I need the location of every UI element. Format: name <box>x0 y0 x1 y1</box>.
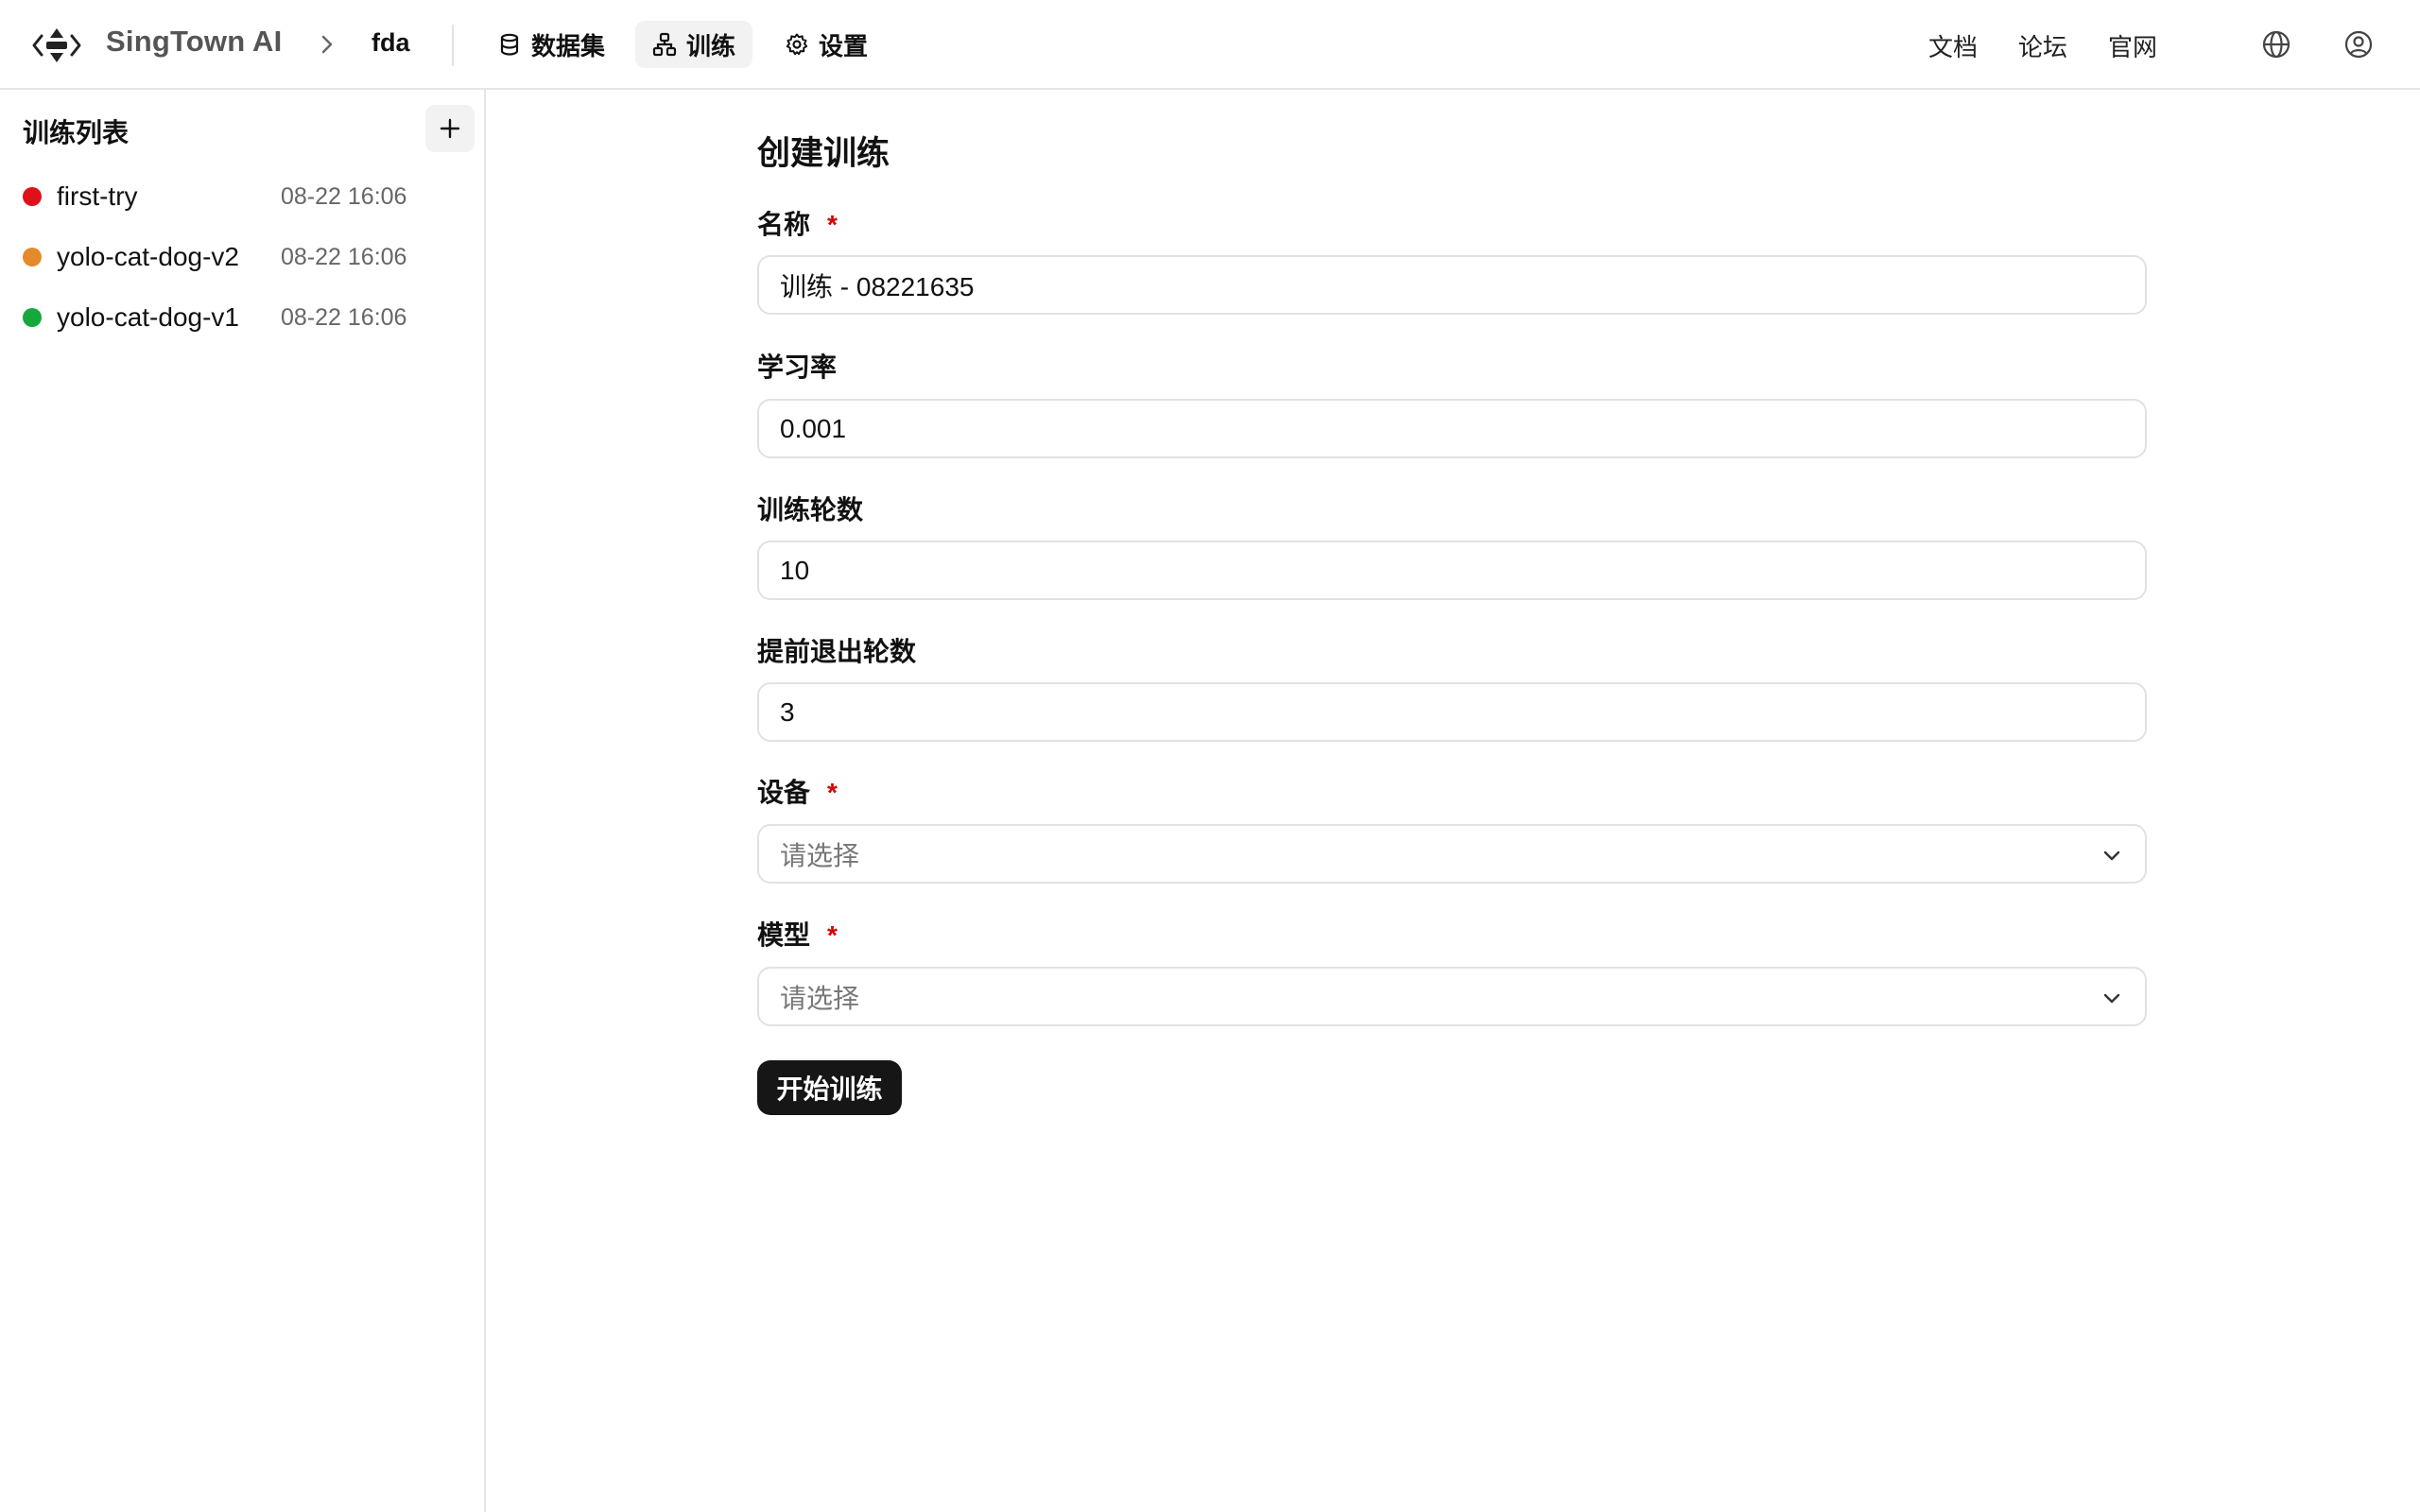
training-sidebar: 训练列表 first-try 08-22 16:06 yolo-cat-dog-… <box>0 90 486 1512</box>
run-name: yolo-cat-dog-v2 <box>57 242 239 271</box>
run-time: 08-22 16:06 <box>281 243 407 270</box>
epochs-label: 训练轮数 <box>757 495 864 524</box>
database-icon <box>500 33 519 56</box>
run-name: first-try <box>57 181 138 211</box>
learning-rate-input[interactable] <box>757 399 2147 458</box>
nav-datasets-label: 数据集 <box>531 31 606 60</box>
status-dot <box>23 187 42 206</box>
device-select-placeholder: 请选择 <box>780 840 860 870</box>
docs-link[interactable]: 文档 <box>1928 28 1978 63</box>
model-label: 模型 * <box>757 915 838 953</box>
epochs-input[interactable] <box>757 541 2147 600</box>
required-mark: * <box>827 920 838 950</box>
training-run-item[interactable]: yolo-cat-dog-v1 08-22 16:06 <box>0 291 473 344</box>
sidebar-title: 训练列表 <box>23 118 130 147</box>
run-name: yolo-cat-dog-v1 <box>57 302 239 332</box>
network-icon <box>652 32 677 57</box>
name-label: 名称 * <box>757 204 838 242</box>
model-label-text: 模型 <box>757 920 811 950</box>
nav-divider <box>452 25 454 66</box>
name-input[interactable] <box>757 255 2147 315</box>
device-select[interactable]: 请选择 <box>757 824 2147 884</box>
run-time: 08-22 16:06 <box>281 303 407 331</box>
chevron-down-icon <box>2103 993 2120 1004</box>
nav-training-label: 训练 <box>686 31 736 60</box>
gear-icon <box>786 33 808 56</box>
run-time: 08-22 16:06 <box>281 182 407 210</box>
nav-settings[interactable]: 设置 <box>768 21 885 68</box>
website-link[interactable]: 官网 <box>2108 28 2157 63</box>
singtown-logo-icon[interactable] <box>32 26 81 64</box>
required-mark: * <box>827 210 838 239</box>
device-label: 设备 * <box>757 772 838 810</box>
globe-icon[interactable] <box>2260 28 2292 60</box>
plus-icon <box>440 118 460 139</box>
brand-name[interactable]: SingTown AI <box>106 25 282 59</box>
nav-settings-label: 设置 <box>819 31 869 60</box>
nav-training[interactable]: 训练 <box>635 21 753 68</box>
name-label-text: 名称 <box>757 210 811 239</box>
nav-datasets[interactable]: 数据集 <box>480 21 622 68</box>
status-dot <box>23 308 42 327</box>
early-stop-label: 提前退出轮数 <box>757 637 917 666</box>
model-select-placeholder: 请选择 <box>780 983 860 1013</box>
top-bar: SingTown AI fda 数据集 训练 设置 文档 论坛 官网 <box>0 0 2420 90</box>
early-stop-input[interactable] <box>757 682 2147 742</box>
user-avatar-icon[interactable] <box>2342 28 2375 60</box>
breadcrumb-project[interactable]: fda <box>372 28 410 58</box>
model-select[interactable]: 请选择 <box>757 967 2147 1026</box>
training-run-item[interactable]: yolo-cat-dog-v2 08-22 16:06 <box>0 231 473 284</box>
chevron-right-icon <box>321 35 333 54</box>
training-run-item[interactable]: first-try 08-22 16:06 <box>0 170 473 223</box>
start-training-button[interactable]: 开始训练 <box>757 1060 902 1115</box>
forum-link[interactable]: 论坛 <box>2018 28 2067 63</box>
chevron-down-icon <box>2103 850 2120 861</box>
device-label-text: 设备 <box>757 778 811 807</box>
page-title: 创建训练 <box>757 135 890 172</box>
learning-rate-label: 学习率 <box>757 352 838 382</box>
status-dot <box>23 248 42 266</box>
required-mark: * <box>827 778 838 807</box>
add-training-button[interactable] <box>425 105 475 152</box>
